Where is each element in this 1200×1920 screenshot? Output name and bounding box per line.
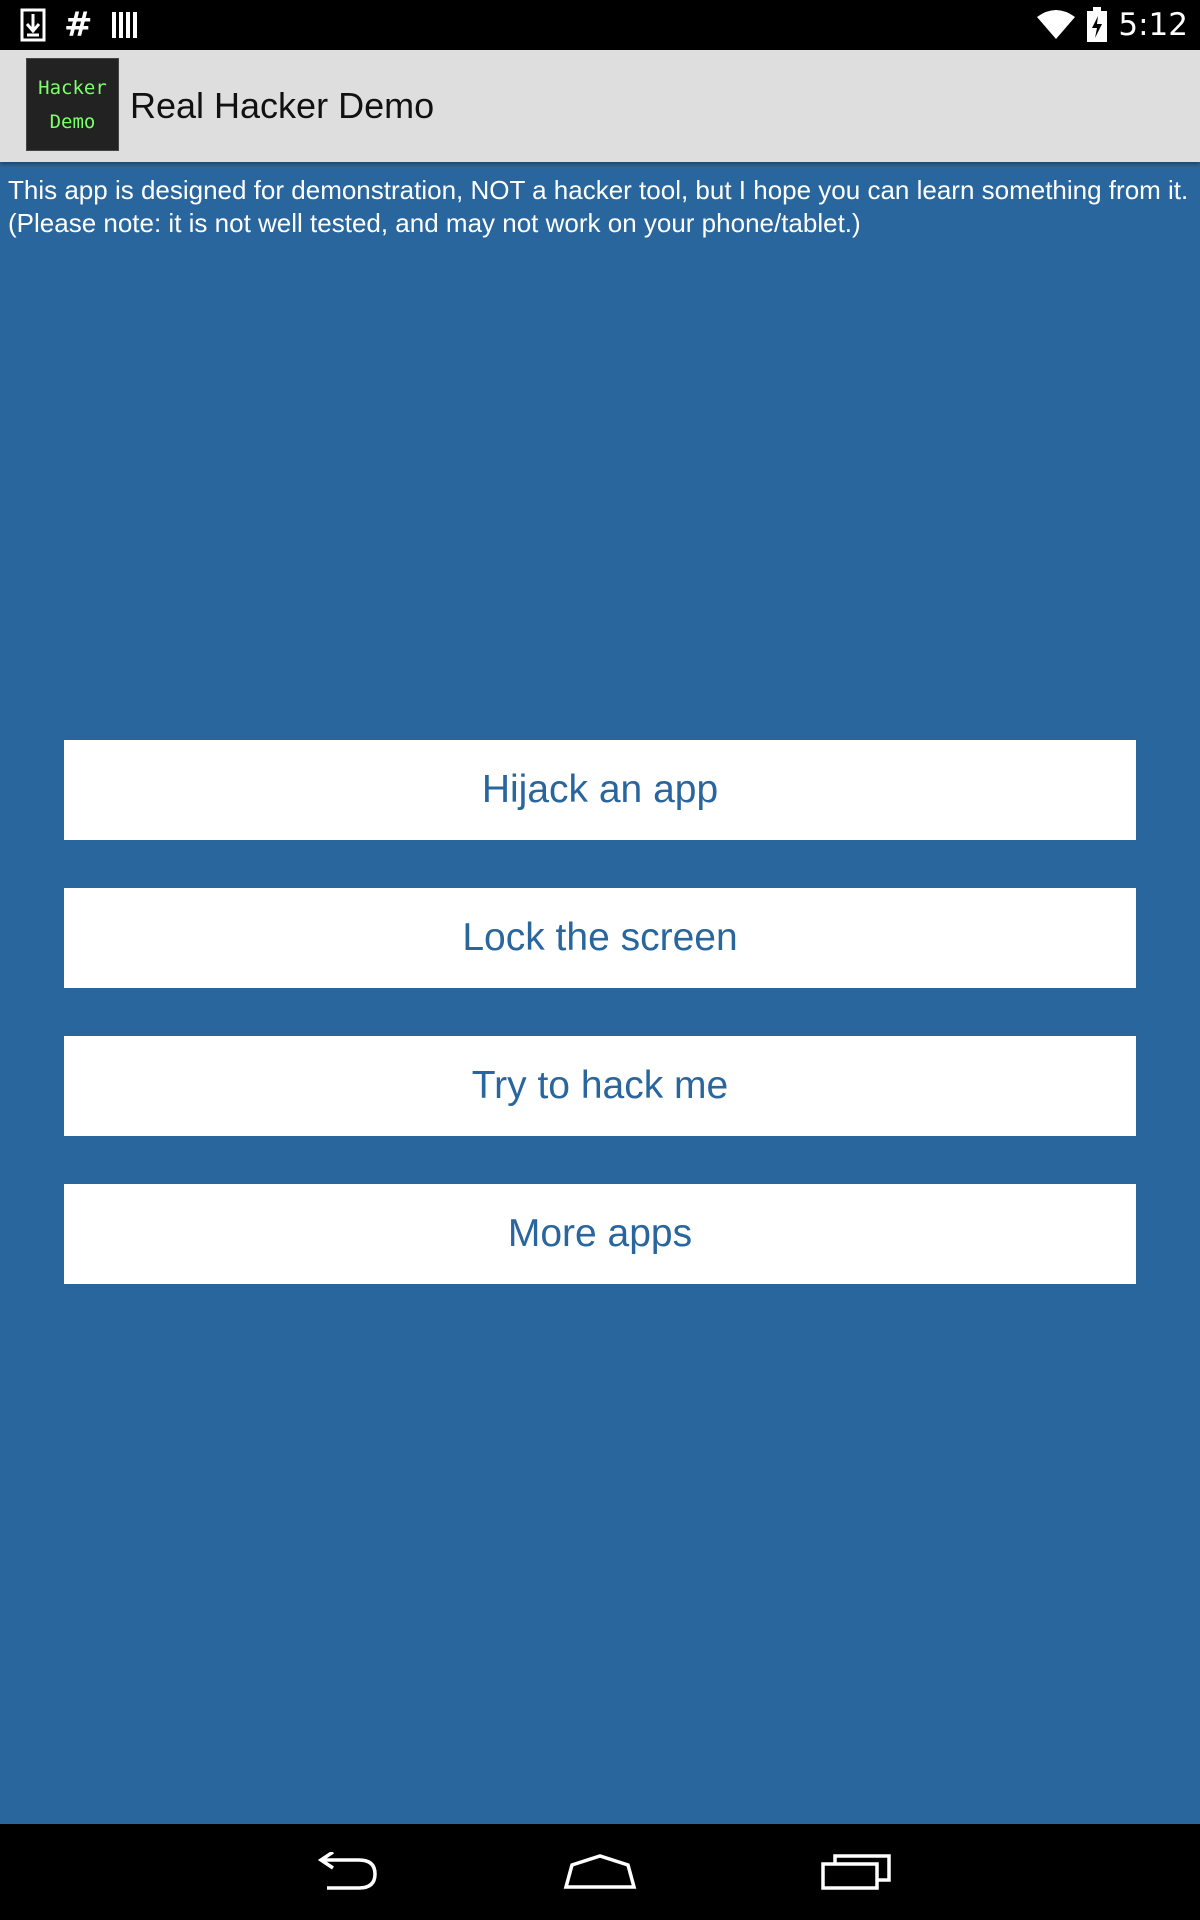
description-text: This app is designed for demonstration, … (8, 175, 1189, 238)
status-time: 5:12 (1118, 7, 1188, 43)
hijack-app-button[interactable]: Hijack an app (64, 740, 1136, 840)
hash-icon: # (64, 5, 93, 45)
more-apps-button[interactable]: More apps (64, 1184, 1136, 1284)
app-title: Real Hacker Demo (130, 85, 435, 126)
home-button[interactable] (555, 1846, 645, 1898)
app-logo-line1: Hacker (38, 76, 107, 99)
back-icon (317, 1852, 377, 1890)
lock-screen-button[interactable]: Lock the screen (64, 888, 1136, 988)
action-bar: Hacker Demo Real Hacker Demo (0, 50, 1200, 162)
try-hack-me-button[interactable]: Try to hack me (64, 1036, 1136, 1136)
notification-icons: # (20, 6, 139, 44)
wifi-icon (1037, 10, 1076, 39)
recent-apps-icon (821, 1854, 891, 1890)
app-logo[interactable]: Hacker Demo (26, 58, 119, 151)
home-icon (563, 1854, 637, 1889)
battery-charging-icon (1087, 7, 1108, 42)
status-bar: # 5:12 (0, 0, 1200, 50)
recent-apps-button[interactable] (812, 1846, 902, 1898)
download-icon (20, 8, 46, 42)
app-logo-line2: Demo (49, 110, 96, 133)
system-status: 5:12 (1036, 4, 1188, 46)
barcode-icon (111, 12, 137, 38)
navigation-bar (0, 1824, 1200, 1920)
back-button[interactable] (298, 1846, 388, 1898)
